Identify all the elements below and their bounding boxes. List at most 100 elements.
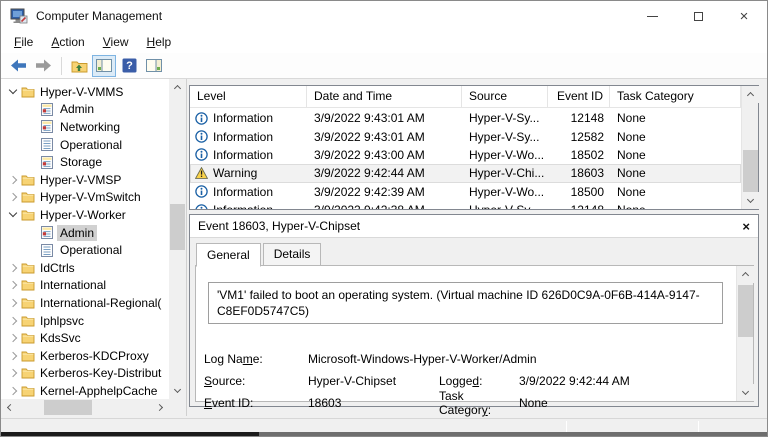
title-bar[interactable]: Computer Management × [1, 1, 767, 31]
close-button[interactable]: × [721, 1, 767, 31]
tree-item[interactable]: Kernel-ApphelpCache [1, 382, 169, 399]
scroll-up-icon[interactable] [742, 86, 759, 103]
event-id-cell: 12148 [548, 111, 610, 125]
menu-file[interactable]: File [5, 33, 42, 51]
source-value: Hyper-V-Chipset [308, 374, 439, 388]
show-action-pane-button[interactable] [142, 55, 166, 77]
chevron-right-icon[interactable] [7, 332, 21, 344]
event-message[interactable]: 'VM1' failed to boot an operating system… [208, 282, 723, 324]
column-header[interactable]: Event ID [548, 86, 610, 107]
event-row[interactable]: Warning3/9/2022 9:42:44 AMHyper-V-Chi...… [190, 164, 741, 182]
column-header[interactable]: Date and Time [307, 86, 462, 107]
tab-details[interactable]: Details [263, 243, 322, 266]
chevron-right-icon[interactable] [7, 174, 21, 186]
scroll-up-icon[interactable] [169, 79, 186, 96]
tree-item[interactable]: Hyper-V-VMMS [1, 83, 169, 101]
menu-action[interactable]: Action [42, 33, 93, 51]
scroll-left-icon[interactable] [1, 399, 18, 416]
tree-item[interactable]: Admin [1, 101, 169, 119]
level-cell: Information [190, 203, 307, 209]
task-category-cell: None [610, 148, 741, 162]
chevron-right-icon[interactable] [7, 350, 21, 362]
level-text: Information [213, 130, 273, 144]
chevron-right-icon[interactable] [7, 279, 21, 291]
up-one-level-button[interactable] [67, 55, 91, 77]
tree-item[interactable]: Hyper-V-Worker [1, 206, 169, 224]
event-id-value: 18603 [308, 396, 439, 410]
event-row[interactable]: Information3/9/2022 9:43:01 AMHyper-V-Sy… [190, 109, 741, 127]
scroll-thumb[interactable] [44, 400, 92, 415]
event-row[interactable]: Information3/9/2022 9:42:39 AMHyper-V-Wo… [190, 183, 741, 201]
chevron-down-icon[interactable] [7, 209, 21, 221]
level-text: Information [213, 148, 273, 162]
tree-horizontal-scrollbar[interactable] [1, 399, 169, 416]
show-console-tree-button[interactable] [92, 55, 116, 77]
event-row[interactable]: Information3/9/2022 9:43:01 AMHyper-V-Sy… [190, 127, 741, 145]
column-header[interactable]: Task Category [610, 86, 741, 107]
maximize-button[interactable] [675, 1, 721, 31]
chevron-right-icon[interactable] [7, 315, 21, 327]
task-category-cell: None [610, 111, 741, 125]
folder-icon [21, 86, 37, 98]
event-row[interactable]: Information3/9/2022 9:42:38 AMHyper-V-Sy… [190, 201, 741, 209]
chevron-right-icon[interactable] [7, 297, 21, 309]
tree-item[interactable]: Kerberos-Key-Distribut [1, 365, 169, 383]
scroll-thumb[interactable] [170, 204, 185, 250]
chevron-right-icon[interactable] [7, 385, 21, 397]
folder-icon [21, 315, 37, 327]
chevron-right-icon[interactable] [7, 191, 21, 203]
detail-tabs: General Details [196, 243, 323, 266]
tree-item[interactable]: KdsSvc [1, 329, 169, 347]
source-cell: Hyper-V-Sy... [462, 130, 548, 144]
column-header[interactable]: Level [190, 86, 307, 107]
tree-item[interactable]: International [1, 277, 169, 295]
chevron-down-icon[interactable] [7, 86, 21, 98]
event-row[interactable]: Information3/9/2022 9:43:00 AMHyper-V-Wo… [190, 146, 741, 164]
back-button[interactable] [6, 55, 30, 77]
tab-general[interactable]: General [196, 243, 261, 267]
scroll-thumb[interactable] [743, 150, 758, 192]
menu-help[interactable]: Help [138, 33, 181, 51]
scroll-down-icon[interactable] [737, 384, 754, 401]
tree-item[interactable]: Kerberos-KDCProxy [1, 347, 169, 365]
detail-header: Event 18603, Hyper-V-Chipset × [190, 215, 758, 238]
detail-vertical-scrollbar[interactable] [736, 266, 753, 401]
tree-item[interactable]: Storage [1, 153, 169, 171]
tree-item[interactable]: International-Regional( [1, 294, 169, 312]
tree-item[interactable]: Operational [1, 136, 169, 154]
scroll-down-icon[interactable] [169, 382, 186, 399]
tree-item[interactable]: Networking [1, 118, 169, 136]
event-list-body: Information3/9/2022 9:43:01 AMHyper-V-Sy… [190, 109, 741, 209]
status-divider [698, 421, 699, 432]
column-header[interactable]: Source [462, 86, 548, 107]
tree-item[interactable]: Iphlpsvc [1, 312, 169, 330]
scroll-thumb[interactable] [738, 285, 753, 337]
console-tree-pane: Hyper-V-VMMSAdminNetworkingOperationalSt… [1, 79, 187, 416]
tree-item[interactable]: Admin [1, 224, 169, 242]
task-category-cell: None [610, 203, 741, 209]
list-vertical-scrollbar[interactable] [741, 86, 758, 209]
menu-view[interactable]: View [94, 33, 138, 51]
chevron-right-icon[interactable] [7, 262, 21, 274]
detail-fields: Log Name: Microsoft-Windows-Hyper-V-Work… [204, 348, 729, 414]
tree-vertical-scrollbar[interactable] [169, 79, 186, 399]
tree-item-label: International [37, 277, 109, 293]
event-detail-panel: Event 18603, Hyper-V-Chipset × General D… [189, 214, 759, 407]
folder-icon [21, 385, 37, 397]
minimize-button[interactable] [629, 1, 675, 31]
tree-item[interactable]: Hyper-V-VMSP [1, 171, 169, 189]
forward-button[interactable] [31, 55, 55, 77]
tree-item[interactable]: Hyper-V-VmSwitch [1, 189, 169, 207]
bottom-edge-dark [1, 432, 259, 436]
tree-item-label: Hyper-V-VMMS [37, 84, 126, 100]
scroll-down-icon[interactable] [742, 192, 759, 209]
scroll-up-icon[interactable] [737, 266, 754, 283]
task-category-value: None [519, 396, 729, 410]
tree-item[interactable]: IdCtrls [1, 259, 169, 277]
close-detail-icon[interactable]: × [742, 219, 750, 234]
tree-item[interactable]: Operational [1, 241, 169, 259]
chevron-right-icon[interactable] [7, 367, 21, 379]
scroll-right-icon[interactable] [152, 399, 169, 416]
help-button[interactable]: ? [117, 55, 141, 77]
help-icon: ? [122, 58, 137, 73]
